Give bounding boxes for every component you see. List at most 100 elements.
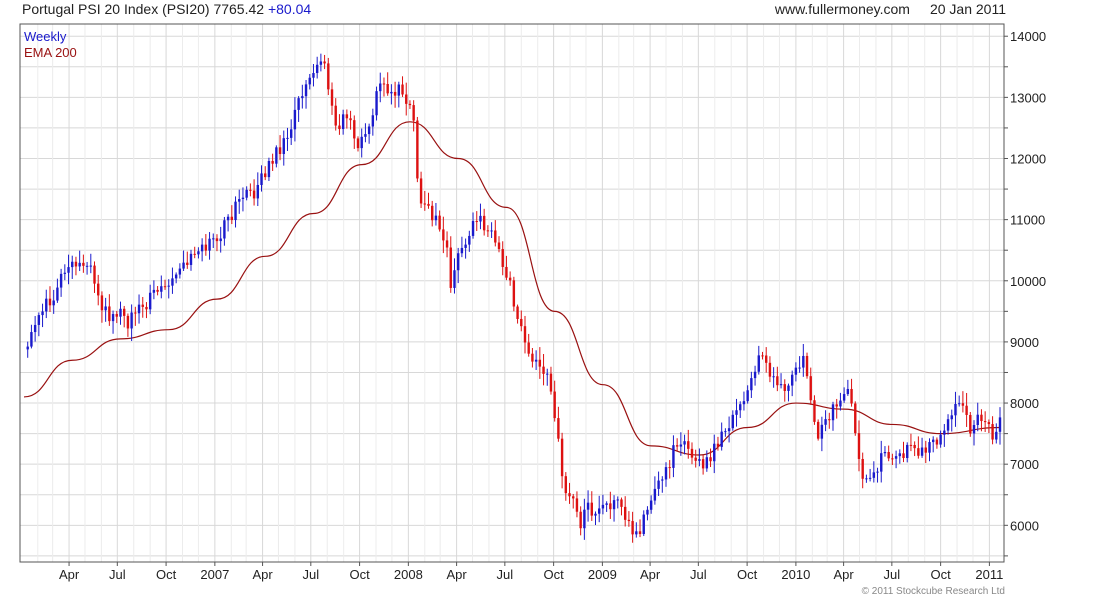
candle-body: [401, 84, 404, 95]
candle-body: [104, 306, 107, 311]
candle-body: [249, 189, 252, 191]
x-tick-label: 2008: [394, 567, 423, 582]
candle-body: [980, 414, 983, 422]
candle-body: [364, 134, 367, 137]
candle-body: [842, 394, 846, 401]
candle-body: [943, 430, 946, 435]
candle-body: [839, 400, 842, 407]
candle-body: [334, 105, 337, 126]
plot-frame: [19, 23, 1005, 563]
candle-body: [226, 216, 230, 221]
candle-body: [100, 295, 104, 311]
candle-body: [319, 61, 323, 65]
x-tick-label: Oct: [543, 567, 564, 582]
candle-body: [89, 265, 92, 267]
candle-body: [174, 274, 178, 279]
y-tick-label: 7000: [1010, 457, 1039, 472]
candle-body: [119, 308, 122, 317]
candle-body: [623, 506, 627, 520]
candle-body: [456, 253, 460, 271]
candle-body: [957, 403, 961, 405]
candle-body: [638, 531, 642, 535]
candle-body: [586, 502, 590, 510]
candle-body: [713, 443, 716, 462]
candle-body: [412, 105, 415, 121]
candle-body: [727, 428, 731, 432]
candle-body: [56, 287, 59, 301]
candle-body: [835, 404, 838, 407]
candle-body: [160, 286, 163, 292]
candle-body: [405, 94, 408, 104]
candle-body: [880, 453, 883, 472]
candle-body: [935, 439, 939, 445]
candle-body: [137, 304, 141, 314]
candle-body: [264, 173, 267, 178]
candle-body: [939, 434, 942, 445]
candle-body: [460, 247, 464, 254]
candle-body: [204, 244, 208, 251]
candle-body: [134, 312, 137, 314]
candle-body: [917, 448, 920, 456]
candle-body: [675, 445, 679, 447]
candle-body: [278, 147, 282, 155]
candle-body: [609, 503, 612, 510]
candle-body: [631, 521, 634, 535]
candle-body: [126, 315, 130, 329]
x-tick-label: Jul: [497, 567, 514, 582]
candle-body: [360, 136, 363, 149]
candle-body: [245, 189, 248, 198]
candle-body: [646, 509, 649, 515]
candle-body: [464, 244, 467, 248]
candle-body: [282, 138, 285, 155]
candle-body: [45, 298, 48, 312]
candle-body: [635, 531, 638, 535]
candle-body: [679, 444, 683, 447]
x-tick-label: Apr: [252, 567, 273, 582]
candle-body: [746, 390, 749, 402]
ema-200-line: [23, 121, 1001, 456]
candle-body: [256, 184, 259, 199]
candle-body: [215, 238, 219, 242]
candle-body: [664, 467, 668, 480]
candle-body: [397, 84, 401, 96]
candle-body: [750, 378, 753, 391]
candle-body: [508, 277, 512, 281]
candle-body: [82, 262, 85, 266]
candle-body: [353, 120, 356, 139]
candle-body: [742, 401, 746, 405]
candle-body: [831, 404, 835, 421]
candle-body: [371, 115, 375, 127]
candle-body: [330, 89, 334, 106]
candle-body: [449, 247, 452, 288]
candle-body: [891, 458, 894, 460]
candle-body: [876, 471, 879, 473]
candle-body: [605, 503, 608, 505]
candle-body: [178, 268, 182, 275]
candle-body: [497, 242, 501, 250]
candle-body: [52, 300, 55, 306]
copyright: © 2011 Stockcube Research Ltd: [861, 586, 1005, 597]
candle-body: [924, 447, 927, 453]
candle-body: [820, 424, 824, 439]
candle-body: [946, 419, 950, 431]
candle-body: [683, 441, 686, 445]
candle-body: [445, 240, 449, 248]
candle-body: [568, 493, 571, 497]
candle-body: [223, 220, 226, 239]
candle-body: [115, 314, 118, 317]
candle-body: [479, 215, 482, 222]
candle-body: [431, 205, 434, 221]
candle-body: [809, 376, 812, 401]
candle-body: [546, 373, 549, 375]
candle-body: [315, 64, 319, 74]
candle-body: [579, 511, 582, 529]
candle-body: [419, 178, 423, 204]
candle-body: [542, 366, 545, 374]
candle-body: [252, 190, 256, 199]
candle-body: [122, 308, 126, 316]
candle-body: [189, 253, 193, 265]
candle-body: [601, 504, 605, 509]
y-tick-label: 12000: [1010, 152, 1046, 167]
candle-body: [408, 103, 412, 106]
candle-body: [63, 272, 67, 274]
